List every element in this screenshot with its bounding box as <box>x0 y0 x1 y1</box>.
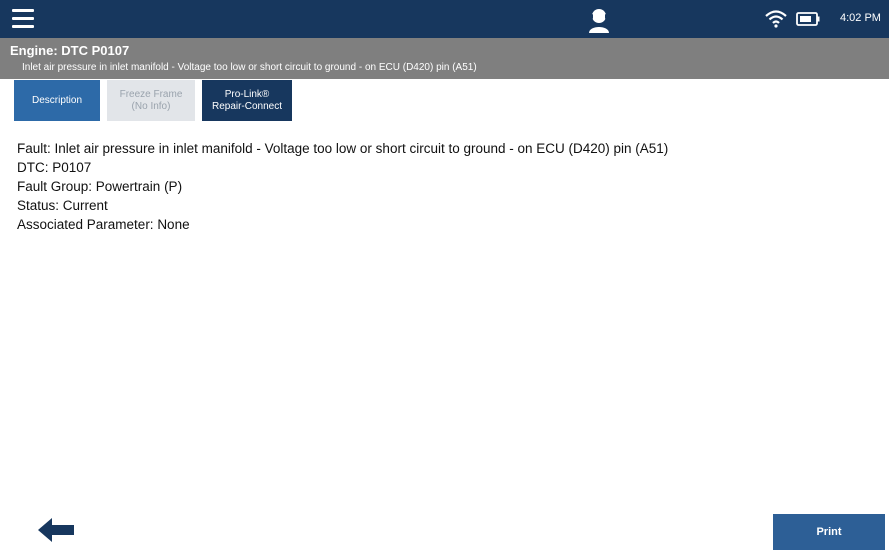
tab-freeze-frame[interactable]: Freeze Frame (No Info) <box>107 80 195 121</box>
tab-repair-connect[interactable]: Pro-Link® Repair-Connect <box>202 80 292 121</box>
tab-bar: Description Freeze Frame (No Info) Pro-L… <box>14 80 292 121</box>
fault-text: Fault: Inlet air pressure in inlet manif… <box>17 141 669 156</box>
tab-label: Pro-Link® <box>224 88 270 100</box>
dtc-code: DTC: P0107 <box>17 160 92 175</box>
dtc-header: Engine: DTC P0107 Inlet air pressure in … <box>0 38 889 79</box>
page-subtitle: Inlet air pressure in inlet manifold - V… <box>22 62 477 73</box>
clock: 4:02 PM <box>840 12 881 24</box>
top-status-bar: 4:02 PM <box>0 0 889 38</box>
wifi-icon <box>765 10 787 28</box>
associated-parameter: Associated Parameter: None <box>17 217 190 232</box>
dtc-details: Fault: Inlet air pressure in inlet manif… <box>17 139 668 234</box>
tab-sublabel: (No Info) <box>131 100 171 112</box>
fault-group: Fault Group: Powertrain (P) <box>17 179 183 194</box>
support-agent-icon[interactable] <box>587 7 611 33</box>
page-title: Engine: DTC P0107 <box>10 43 130 58</box>
tab-sublabel: Repair-Connect <box>211 100 283 112</box>
status-text: Status: Current <box>17 198 108 213</box>
battery-icon <box>796 12 820 26</box>
print-button[interactable]: Print <box>773 514 885 550</box>
hamburger-menu-icon[interactable] <box>12 9 34 29</box>
tab-label: Description <box>31 94 83 106</box>
tab-label: Freeze Frame <box>119 88 183 100</box>
arrow-left-icon[interactable] <box>38 518 74 542</box>
tab-description[interactable]: Description <box>14 80 100 121</box>
print-label: Print <box>816 526 842 538</box>
